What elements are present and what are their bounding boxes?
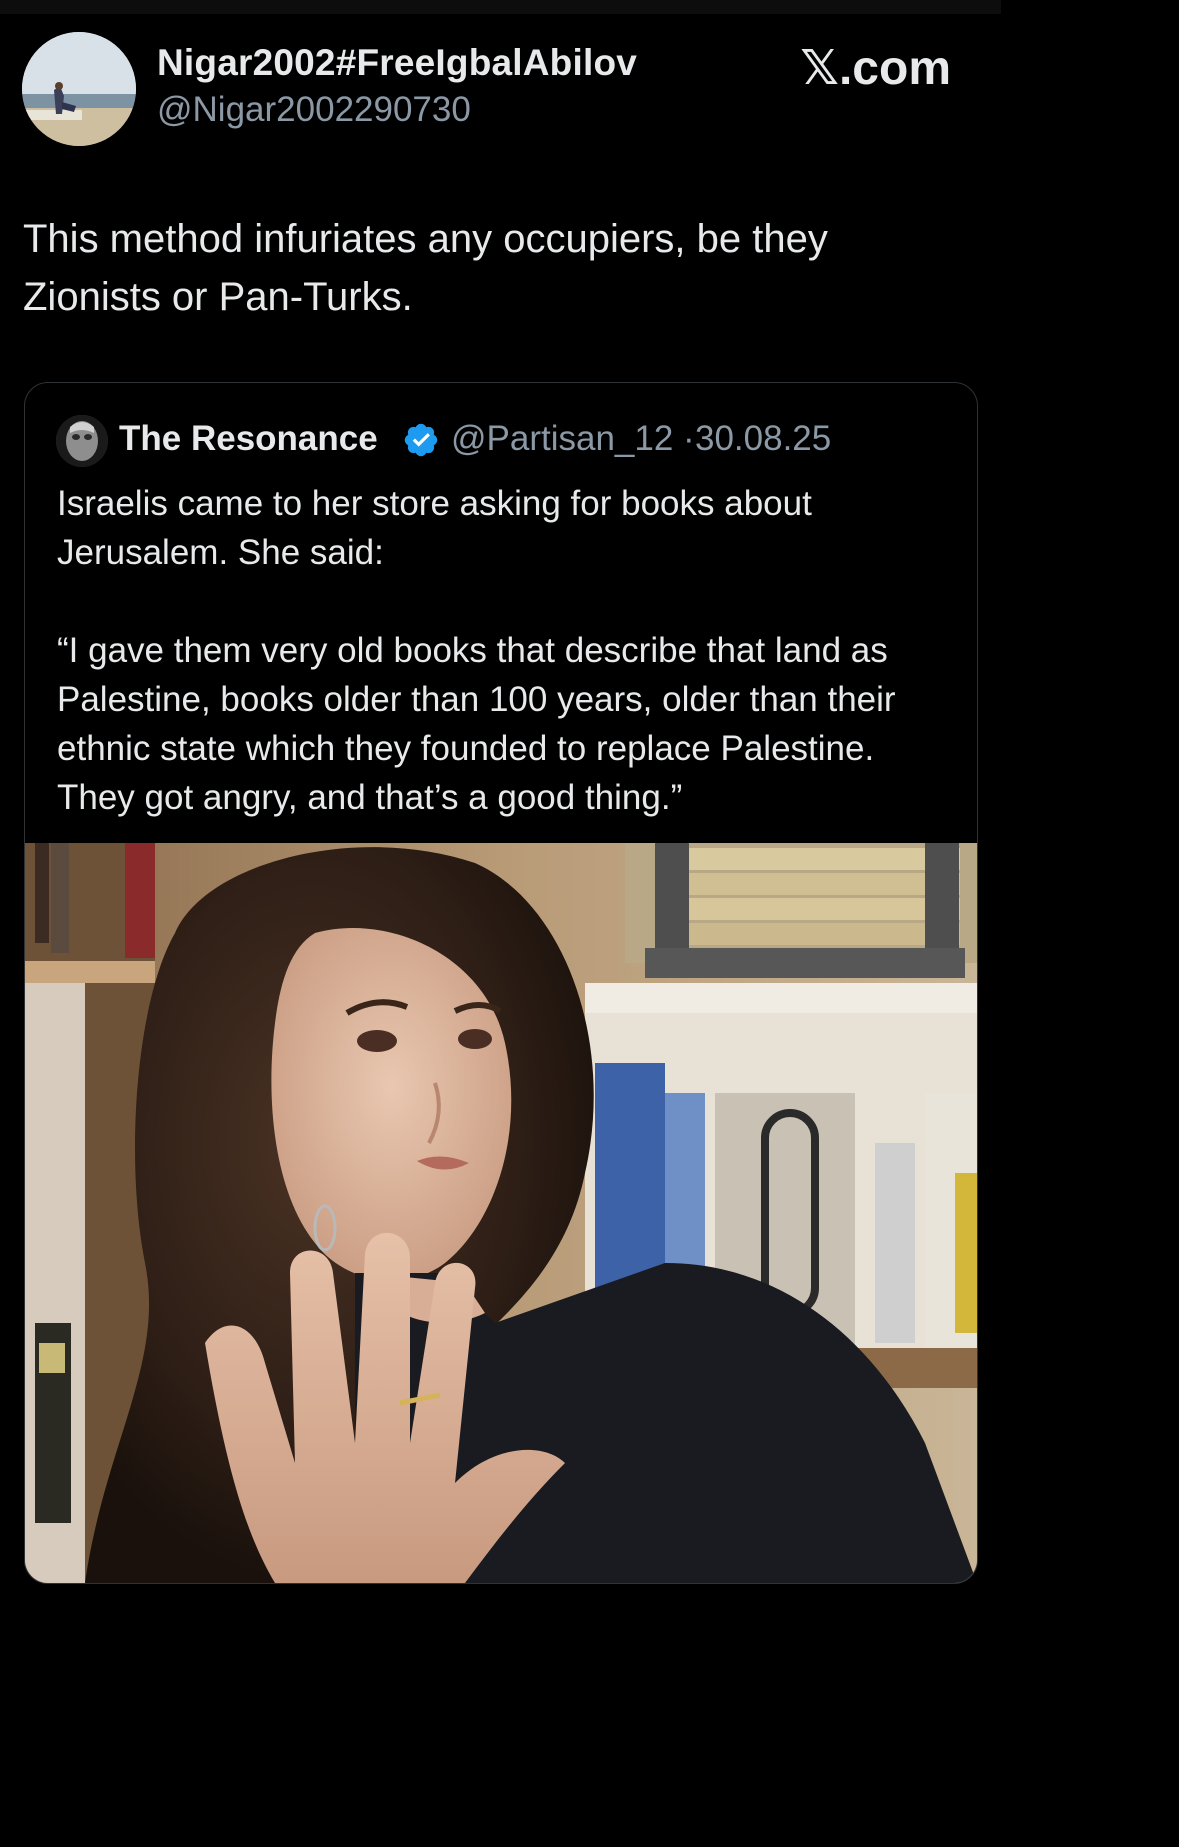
- quoted-tweet-date[interactable]: 30.08.25: [695, 419, 831, 459]
- video-media[interactable]: [25, 843, 977, 1583]
- meta-separator: ·: [683, 419, 695, 458]
- x-logo: 𝕏.com: [800, 42, 951, 95]
- quoted-author-name[interactable]: The Resonance: [119, 419, 378, 459]
- quoted-paragraph: Israelis came to her store asking for bo…: [57, 484, 812, 572]
- author-avatar[interactable]: [22, 32, 136, 146]
- video-frame-image: [25, 843, 977, 1583]
- verified-badge-icon: [404, 423, 438, 457]
- quoted-author-handle[interactable]: @Partisan_12: [451, 419, 673, 459]
- quoted-paragraph: “I gave them very old books that describ…: [57, 631, 896, 817]
- quoted-author-avatar[interactable]: [56, 415, 108, 467]
- tweet-text: This method infuriates any occupiers, be…: [23, 217, 828, 319]
- quoted-tweet-text: Israelis came to her store asking for bo…: [57, 479, 957, 822]
- author-display-name[interactable]: Nigar2002#FreeIgbalAbilov: [157, 42, 637, 84]
- quoted-avatar-icon: [56, 415, 108, 467]
- avatar-photo-icon: [22, 32, 136, 146]
- author-handle[interactable]: @Nigar2002290730: [157, 90, 471, 130]
- quoted-tweet-card[interactable]: The Resonance @Partisan_12 · 30.08.25 Is…: [24, 382, 978, 1584]
- status-bar-strip: [0, 0, 1001, 14]
